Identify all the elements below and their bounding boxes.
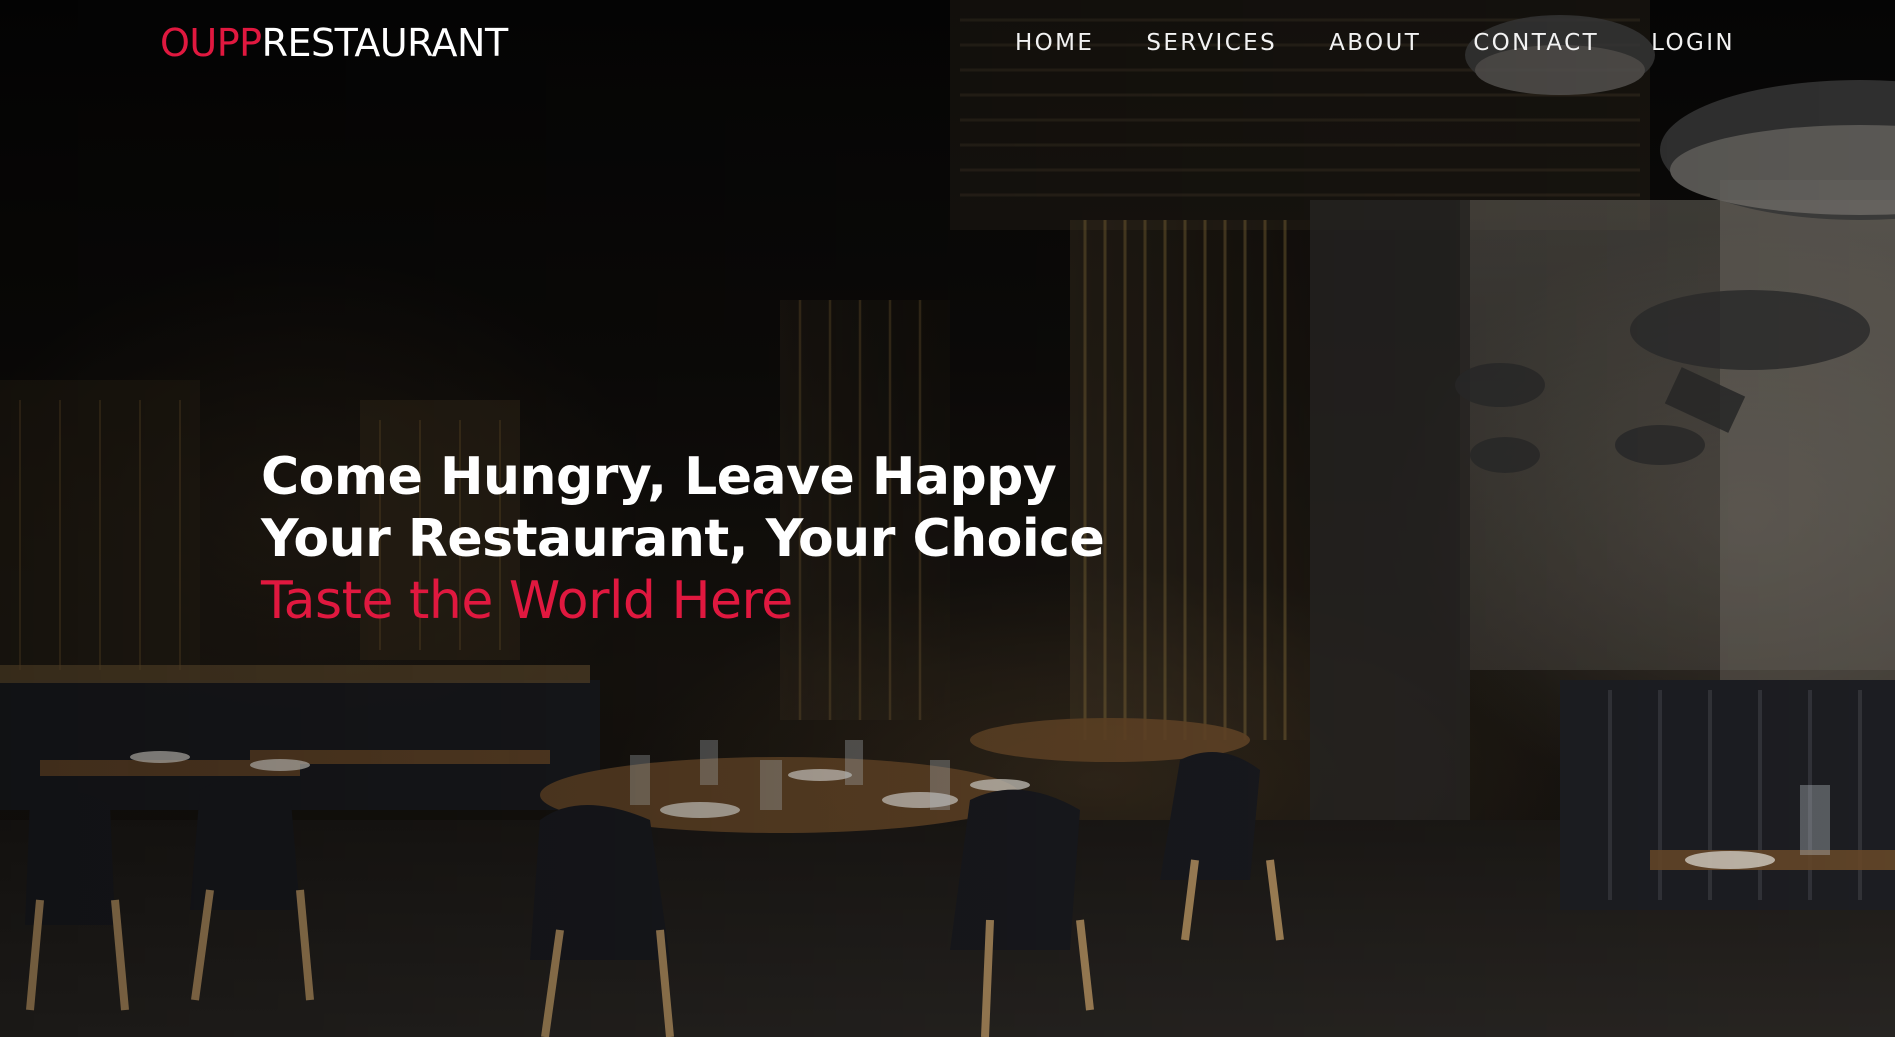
hero-line-3: Taste the World Here bbox=[261, 571, 793, 631]
nav-login-link[interactable]: LOGIN bbox=[1651, 26, 1735, 60]
nav-contact-link[interactable]: CONTACT bbox=[1473, 26, 1599, 60]
brand-logo-text: RESTAURANT bbox=[261, 21, 509, 65]
hero-line-2: Your Restaurant, Your Choice bbox=[261, 509, 1105, 569]
brand-logo[interactable]: OUPPRESTAURANT bbox=[160, 20, 508, 66]
brand-logo-accent: OUPP bbox=[160, 21, 262, 65]
navbar: OUPPRESTAURANT HOME SERVICES ABOUT CONTA… bbox=[0, 0, 1895, 86]
nav-services-link[interactable]: SERVICES bbox=[1146, 26, 1277, 60]
hero-headline: Come Hungry, Leave Happy Your Restaurant… bbox=[261, 446, 1105, 632]
hero-line-1: Come Hungry, Leave Happy bbox=[261, 447, 1057, 507]
nav-home-link[interactable]: HOME bbox=[1015, 26, 1094, 60]
main-nav: HOME SERVICES ABOUT CONTACT LOGIN bbox=[963, 26, 1735, 60]
nav-about-link[interactable]: ABOUT bbox=[1329, 26, 1421, 60]
hero-section: OUPPRESTAURANT HOME SERVICES ABOUT CONTA… bbox=[0, 0, 1895, 1037]
